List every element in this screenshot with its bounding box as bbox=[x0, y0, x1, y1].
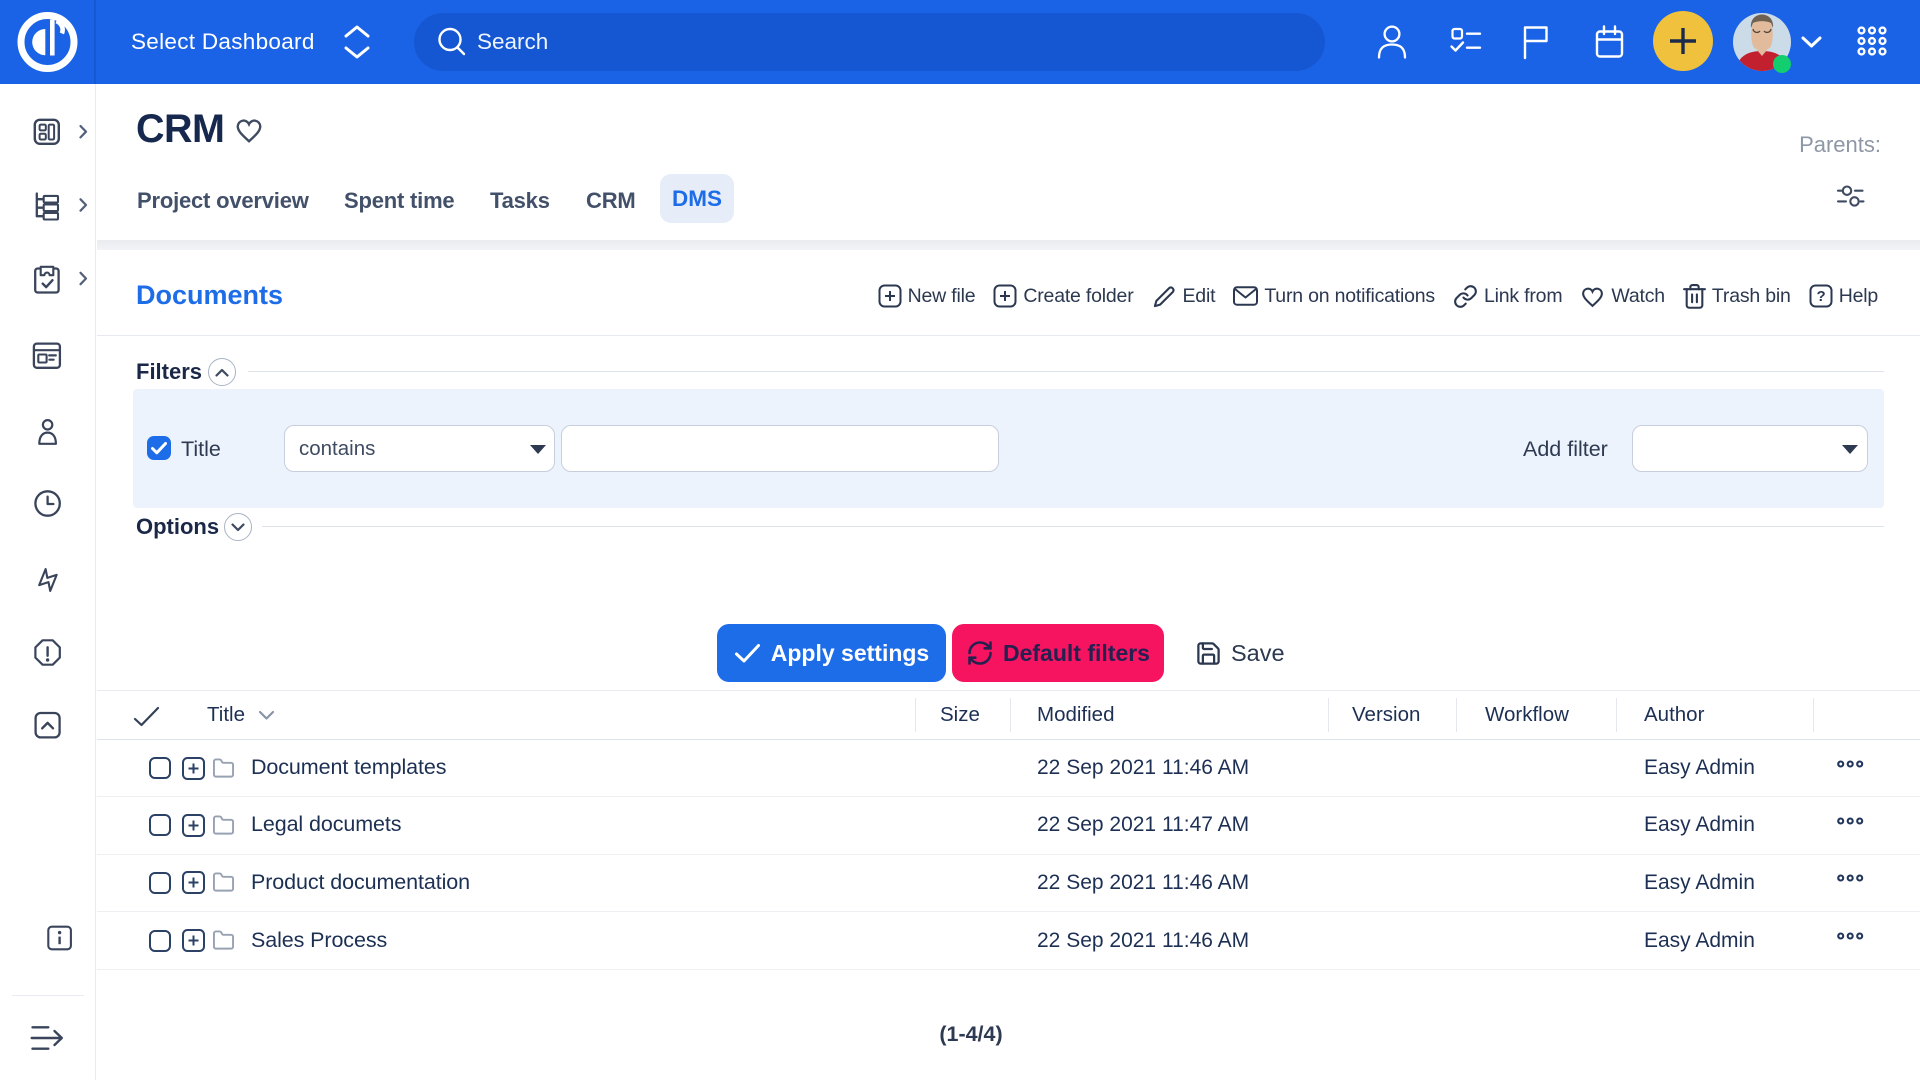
svg-text:?: ? bbox=[1816, 288, 1825, 305]
